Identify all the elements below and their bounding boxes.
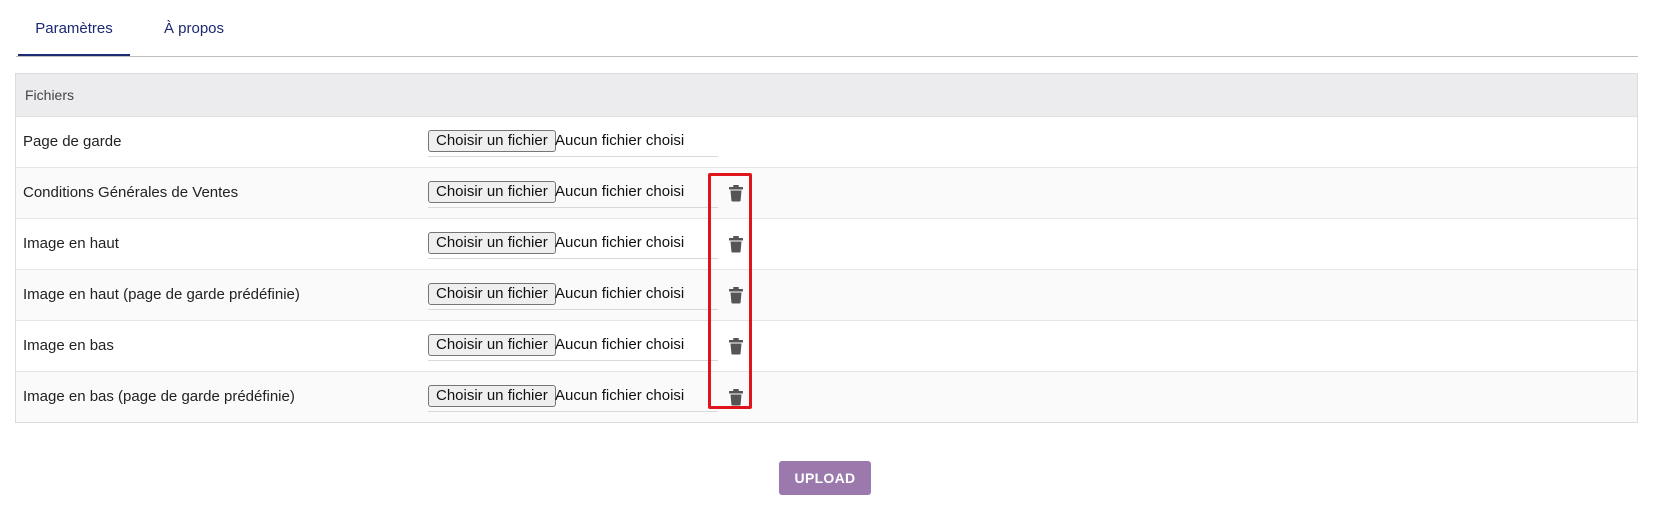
file-input[interactable]: Choisir un fichier Aucun fichier choisi (428, 332, 718, 361)
file-row-image-en-haut: Image en haut Choisir un fichier Aucun f… (16, 219, 1637, 270)
trash-icon[interactable] (726, 234, 746, 254)
settings-page: Paramètres À propos Fichiers Page de gar… (0, 0, 1654, 509)
row-label: Image en bas (page de garde prédéfinie) (23, 388, 295, 405)
tab-a-propos[interactable]: À propos (146, 0, 242, 54)
row-label: Image en haut (page de garde prédéfinie) (23, 286, 300, 303)
choose-file-button[interactable]: Choisir un fichier (428, 385, 556, 407)
choose-file-button[interactable]: Choisir un fichier (428, 181, 556, 203)
choose-file-button[interactable]: Choisir un fichier (428, 334, 556, 356)
file-row-page-de-garde: Page de garde Choisir un fichier Aucun f… (16, 117, 1637, 168)
row-label: Image en bas (23, 337, 114, 354)
file-row-image-en-haut-predefinie: Image en haut (page de garde prédéfinie)… (16, 270, 1637, 321)
choose-file-button[interactable]: Choisir un fichier (428, 130, 556, 152)
file-input[interactable]: Choisir un fichier Aucun fichier choisi (428, 128, 718, 157)
file-row-image-en-bas-predefinie: Image en bas (page de garde prédéfinie) … (16, 372, 1637, 422)
trash-icon[interactable] (726, 285, 746, 305)
choose-file-button[interactable]: Choisir un fichier (428, 232, 556, 254)
files-table: Fichiers Page de garde Choisir un fichie… (15, 73, 1638, 423)
trash-icon[interactable] (726, 336, 746, 356)
row-label: Conditions Générales de Ventes (23, 184, 239, 201)
file-status: Aucun fichier choisi (555, 234, 685, 251)
file-status: Aucun fichier choisi (555, 132, 685, 149)
file-status: Aucun fichier choisi (555, 387, 685, 404)
trash-icon[interactable] (726, 387, 746, 407)
section-title: Fichiers (16, 74, 1637, 117)
file-status: Aucun fichier choisi (555, 285, 685, 302)
file-row-image-en-bas: Image en bas Choisir un fichier Aucun fi… (16, 321, 1637, 372)
file-input[interactable]: Choisir un fichier Aucun fichier choisi (428, 230, 718, 259)
file-row-cgv: Conditions Générales de Ventes Choisir u… (16, 168, 1637, 219)
upload-button[interactable]: UPLOAD (779, 461, 871, 495)
file-status: Aucun fichier choisi (555, 336, 685, 353)
file-input[interactable]: Choisir un fichier Aucun fichier choisi (428, 281, 718, 310)
tab-parametres[interactable]: Paramètres (18, 0, 130, 56)
row-label: Page de garde (23, 133, 122, 150)
file-status: Aucun fichier choisi (555, 183, 685, 200)
file-input[interactable]: Choisir un fichier Aucun fichier choisi (428, 383, 718, 412)
tab-bar: Paramètres À propos (16, 0, 1638, 57)
trash-icon[interactable] (726, 183, 746, 203)
file-input[interactable]: Choisir un fichier Aucun fichier choisi (428, 179, 718, 208)
choose-file-button[interactable]: Choisir un fichier (428, 283, 556, 305)
row-label: Image en haut (23, 235, 119, 252)
